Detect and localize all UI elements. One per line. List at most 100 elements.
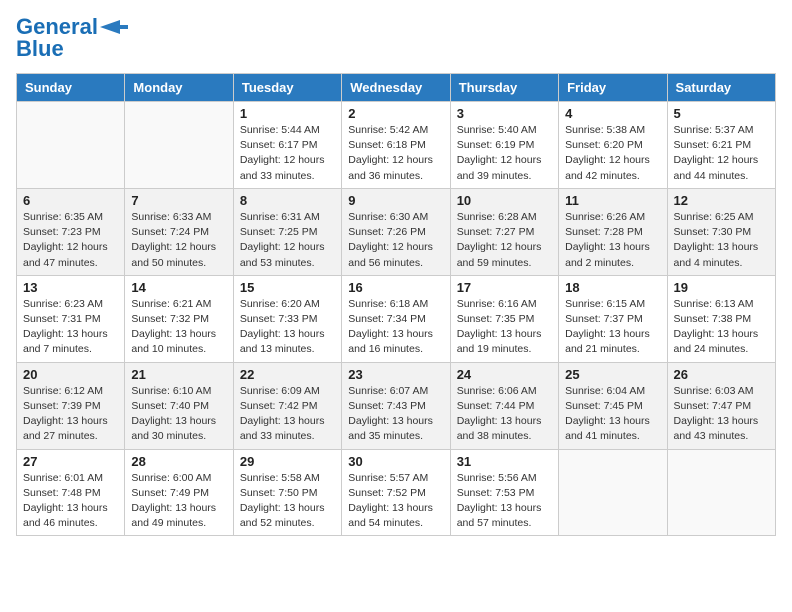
calendar-cell: 31 Sunrise: 5:56 AMSunset: 7:53 PMDayligh…: [450, 449, 558, 536]
day-info: Sunrise: 6:01 AMSunset: 7:48 PMDaylight:…: [23, 471, 118, 532]
calendar-cell: [559, 449, 667, 536]
calendar-cell: 3 Sunrise: 5:40 AMSunset: 6:19 PMDaylight…: [450, 102, 558, 189]
day-number: 23: [348, 367, 443, 382]
calendar-table: SundayMondayTuesdayWednesdayThursdayFrid…: [16, 73, 776, 536]
day-info: Sunrise: 6:26 AMSunset: 7:28 PMDaylight:…: [565, 210, 660, 271]
calendar-cell: 12Sunrise: 6:25 AMSunset: 7:30 PMDayligh…: [667, 188, 775, 275]
day-number: 5: [674, 106, 769, 121]
calendar-cell: 9 Sunrise: 6:30 AMSunset: 7:26 PMDaylight…: [342, 188, 450, 275]
day-info: Sunrise: 6:18 AMSunset: 7:34 PMDaylight:…: [348, 297, 443, 358]
day-info: Sunrise: 5:57 AMSunset: 7:52 PMDaylight:…: [348, 471, 443, 532]
calendar-cell: 15 Sunrise: 6:20 AMSunset: 7:33 PMDayligh…: [233, 275, 341, 362]
day-number: 29: [240, 454, 335, 469]
calendar-cell: [125, 102, 233, 189]
calendar-cell: 30 Sunrise: 5:57 AMSunset: 7:52 PMDayligh…: [342, 449, 450, 536]
day-info: Sunrise: 6:12 AMSunset: 7:39 PMDaylight:…: [23, 384, 118, 445]
calendar-week-row: 1Sunrise: 5:44 AMSunset: 6:17 PMDaylight…: [17, 102, 776, 189]
calendar-cell: 10Sunrise: 6:28 AMSunset: 7:27 PMDayligh…: [450, 188, 558, 275]
logo: General Blue: [16, 16, 128, 61]
day-number: 6: [23, 193, 118, 208]
day-number: 1: [240, 106, 335, 121]
calendar-cell: 24Sunrise: 6:06 AMSunset: 7:44 PMDayligh…: [450, 362, 558, 449]
logo-icon: [100, 20, 128, 34]
calendar-week-row: 6Sunrise: 6:35 AMSunset: 7:23 PMDaylight…: [17, 188, 776, 275]
calendar-cell: [667, 449, 775, 536]
col-header-monday: Monday: [125, 74, 233, 102]
day-info: Sunrise: 5:37 AMSunset: 6:21 PMDaylight:…: [674, 123, 769, 184]
calendar-week-row: 27 Sunrise: 6:01 AMSunset: 7:48 PMDayligh…: [17, 449, 776, 536]
day-info: Sunrise: 6:10 AMSunset: 7:40 PMDaylight:…: [131, 384, 226, 445]
day-info: Sunrise: 6:21 AMSunset: 7:32 PMDaylight:…: [131, 297, 226, 358]
day-number: 14: [131, 280, 226, 295]
day-number: 8: [240, 193, 335, 208]
day-info: Sunrise: 6:20 AMSunset: 7:33 PMDaylight:…: [240, 297, 335, 358]
day-info: Sunrise: 5:42 AMSunset: 6:18 PMDaylight:…: [348, 123, 443, 184]
calendar-cell: 13 Sunrise: 6:23 AMSunset: 7:31 PMDayligh…: [17, 275, 125, 362]
col-header-wednesday: Wednesday: [342, 74, 450, 102]
calendar-cell: 18 Sunrise: 6:15 AMSunset: 7:37 PMDayligh…: [559, 275, 667, 362]
day-number: 30: [348, 454, 443, 469]
calendar-cell: 25Sunrise: 6:04 AMSunset: 7:45 PMDayligh…: [559, 362, 667, 449]
calendar-cell: 11 Sunrise: 6:26 AMSunset: 7:28 PMDayligh…: [559, 188, 667, 275]
day-info: Sunrise: 6:07 AMSunset: 7:43 PMDaylight:…: [348, 384, 443, 445]
calendar-cell: 14 Sunrise: 6:21 AMSunset: 7:32 PMDayligh…: [125, 275, 233, 362]
day-number: 11: [565, 193, 660, 208]
day-info: Sunrise: 6:25 AMSunset: 7:30 PMDaylight:…: [674, 210, 769, 271]
day-info: Sunrise: 6:16 AMSunset: 7:35 PMDaylight:…: [457, 297, 552, 358]
day-number: 4: [565, 106, 660, 121]
calendar-cell: 27 Sunrise: 6:01 AMSunset: 7:48 PMDayligh…: [17, 449, 125, 536]
day-number: 22: [240, 367, 335, 382]
calendar-cell: 29 Sunrise: 5:58 AMSunset: 7:50 PMDayligh…: [233, 449, 341, 536]
calendar-cell: 26 Sunrise: 6:03 AMSunset: 7:47 PMDayligh…: [667, 362, 775, 449]
day-number: 26: [674, 367, 769, 382]
day-number: 10: [457, 193, 552, 208]
calendar-cell: 6Sunrise: 6:35 AMSunset: 7:23 PMDaylight…: [17, 188, 125, 275]
day-number: 17: [457, 280, 552, 295]
col-header-thursday: Thursday: [450, 74, 558, 102]
day-number: 9: [348, 193, 443, 208]
day-number: 3: [457, 106, 552, 121]
calendar-cell: 23 Sunrise: 6:07 AMSunset: 7:43 PMDayligh…: [342, 362, 450, 449]
calendar-cell: 16 Sunrise: 6:18 AMSunset: 7:34 PMDayligh…: [342, 275, 450, 362]
day-info: Sunrise: 5:58 AMSunset: 7:50 PMDaylight:…: [240, 471, 335, 532]
calendar-cell: 22Sunrise: 6:09 AMSunset: 7:42 PMDayligh…: [233, 362, 341, 449]
calendar-cell: 21Sunrise: 6:10 AMSunset: 7:40 PMDayligh…: [125, 362, 233, 449]
day-info: Sunrise: 6:33 AMSunset: 7:24 PMDaylight:…: [131, 210, 226, 271]
calendar-cell: 2 Sunrise: 5:42 AMSunset: 6:18 PMDaylight…: [342, 102, 450, 189]
col-header-friday: Friday: [559, 74, 667, 102]
day-info: Sunrise: 6:23 AMSunset: 7:31 PMDaylight:…: [23, 297, 118, 358]
day-info: Sunrise: 6:13 AMSunset: 7:38 PMDaylight:…: [674, 297, 769, 358]
calendar-cell: 28Sunrise: 6:00 AMSunset: 7:49 PMDayligh…: [125, 449, 233, 536]
day-info: Sunrise: 6:31 AMSunset: 7:25 PMDaylight:…: [240, 210, 335, 271]
day-info: Sunrise: 5:40 AMSunset: 6:19 PMDaylight:…: [457, 123, 552, 184]
col-header-sunday: Sunday: [17, 74, 125, 102]
calendar-cell: [17, 102, 125, 189]
day-number: 13: [23, 280, 118, 295]
col-header-tuesday: Tuesday: [233, 74, 341, 102]
calendar-cell: 8 Sunrise: 6:31 AMSunset: 7:25 PMDaylight…: [233, 188, 341, 275]
day-number: 2: [348, 106, 443, 121]
day-number: 16: [348, 280, 443, 295]
calendar-cell: 1Sunrise: 5:44 AMSunset: 6:17 PMDaylight…: [233, 102, 341, 189]
day-number: 20: [23, 367, 118, 382]
calendar-week-row: 20 Sunrise: 6:12 AMSunset: 7:39 PMDayligh…: [17, 362, 776, 449]
day-info: Sunrise: 5:38 AMSunset: 6:20 PMDaylight:…: [565, 123, 660, 184]
page-header: General Blue: [16, 16, 776, 61]
day-number: 25: [565, 367, 660, 382]
day-info: Sunrise: 5:56 AMSunset: 7:53 PMDaylight:…: [457, 471, 552, 532]
day-number: 31: [457, 454, 552, 469]
calendar-header-row: SundayMondayTuesdayWednesdayThursdayFrid…: [17, 74, 776, 102]
calendar-cell: 20 Sunrise: 6:12 AMSunset: 7:39 PMDayligh…: [17, 362, 125, 449]
day-info: Sunrise: 6:15 AMSunset: 7:37 PMDaylight:…: [565, 297, 660, 358]
day-number: 19: [674, 280, 769, 295]
day-info: Sunrise: 6:03 AMSunset: 7:47 PMDaylight:…: [674, 384, 769, 445]
day-info: Sunrise: 6:30 AMSunset: 7:26 PMDaylight:…: [348, 210, 443, 271]
calendar-cell: 7 Sunrise: 6:33 AMSunset: 7:24 PMDaylight…: [125, 188, 233, 275]
calendar-cell: 4 Sunrise: 5:38 AMSunset: 6:20 PMDaylight…: [559, 102, 667, 189]
day-number: 7: [131, 193, 226, 208]
day-number: 28: [131, 454, 226, 469]
col-header-saturday: Saturday: [667, 74, 775, 102]
day-number: 15: [240, 280, 335, 295]
day-number: 27: [23, 454, 118, 469]
day-number: 18: [565, 280, 660, 295]
